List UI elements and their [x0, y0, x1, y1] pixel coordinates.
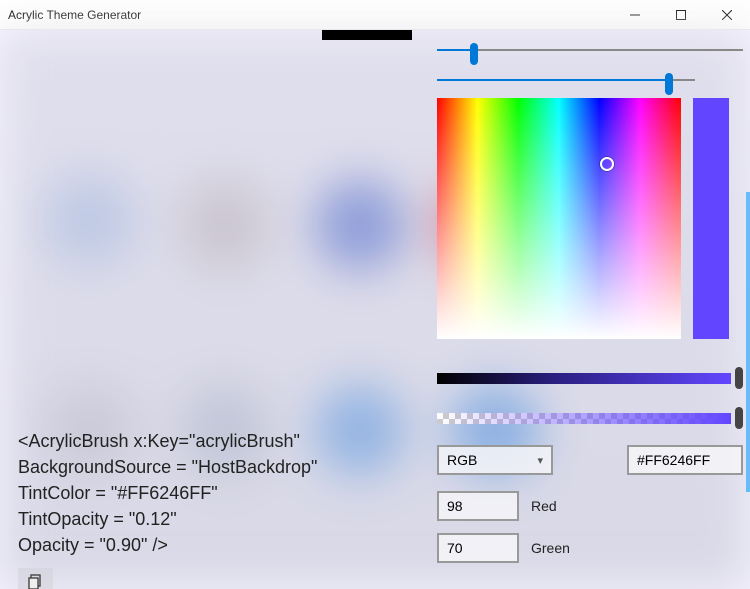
green-input[interactable]: 70: [437, 533, 519, 563]
copy-icon: [28, 574, 44, 589]
color-picker: [437, 98, 743, 339]
green-label: Green: [531, 540, 570, 556]
copy-button[interactable]: [18, 568, 53, 589]
slider-thumb[interactable]: [735, 407, 743, 429]
spectrum-plane[interactable]: [437, 98, 681, 339]
scrollbar[interactable]: [746, 192, 750, 492]
hue-preview-bar[interactable]: [693, 98, 729, 339]
red-input[interactable]: 98: [437, 491, 519, 521]
maximize-button[interactable]: [658, 0, 704, 29]
code-line: Opacity = "0.90" />: [18, 535, 168, 555]
slider-thumb[interactable]: [470, 43, 478, 65]
hex-input[interactable]: #FF6246FF: [627, 445, 743, 475]
maximize-icon: [676, 10, 686, 20]
slider-thumb[interactable]: [665, 73, 673, 95]
tint-opacity-slider[interactable]: [437, 40, 743, 60]
close-icon: [722, 10, 732, 20]
xaml-output: <AcrylicBrush x:Key="acrylicBrush" Backg…: [18, 428, 317, 558]
alpha-slider[interactable]: [437, 407, 743, 429]
minimize-icon: [630, 10, 640, 20]
code-line: TintColor = "#FF6246FF": [18, 483, 218, 503]
top-black-strip: [322, 30, 412, 40]
window-title: Acrylic Theme Generator: [8, 8, 612, 22]
title-bar: Acrylic Theme Generator: [0, 0, 750, 30]
window-controls: [612, 0, 750, 29]
code-line: BackgroundSource = "HostBackdrop": [18, 457, 317, 477]
spectrum-selector-ring[interactable]: [600, 157, 614, 171]
green-row: 70 Green: [437, 533, 743, 563]
red-row: 98 Red: [437, 491, 743, 521]
slider-thumb[interactable]: [735, 367, 743, 389]
red-label: Red: [531, 498, 557, 514]
close-button[interactable]: [704, 0, 750, 29]
value-slider[interactable]: [437, 367, 743, 389]
mode-hex-row: RGB ▾ #FF6246FF: [437, 445, 743, 475]
color-panel: RGB ▾ #FF6246FF 98 Red 70 Green: [437, 30, 743, 563]
code-line: <AcrylicBrush x:Key="acrylicBrush": [18, 431, 300, 451]
code-line: TintOpacity = "0.12": [18, 509, 177, 529]
chevron-down-icon: ▾: [537, 454, 543, 467]
client-area: <AcrylicBrush x:Key="acrylicBrush" Backg…: [0, 30, 750, 589]
color-mode-value: RGB: [447, 452, 477, 468]
minimize-button[interactable]: [612, 0, 658, 29]
opacity-slider[interactable]: [437, 70, 695, 90]
hex-value: #FF6246FF: [637, 452, 710, 468]
color-mode-select[interactable]: RGB ▾: [437, 445, 553, 475]
